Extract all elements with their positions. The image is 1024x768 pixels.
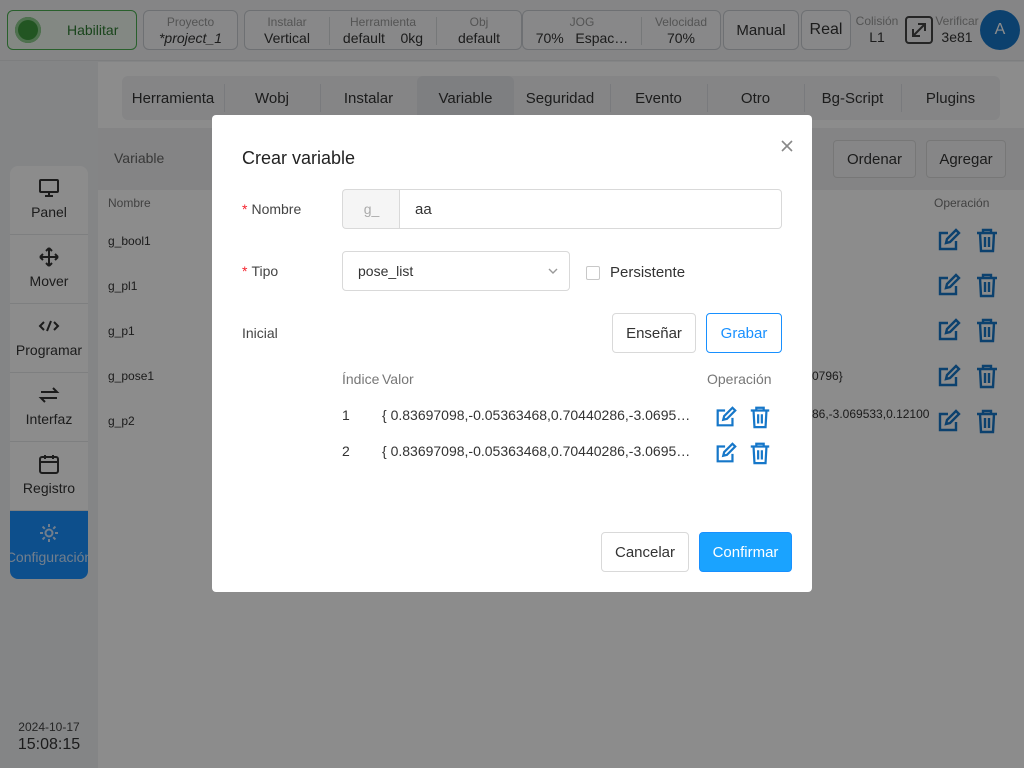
list-item: 2 { 0.83697098,-0.05363468,0.70440286,-3… [342,441,782,465]
row-operations [714,441,772,465]
type-select-value: pose_list [358,263,414,279]
name-input[interactable] [399,189,782,229]
initial-label: Inicial [242,325,278,341]
dialog-title: Crear variable [242,148,356,168]
persistent-label: Persistente [610,264,686,281]
teach-button[interactable]: Enseñar [612,313,696,353]
column-header-index: Índice [342,371,380,387]
column-header-operation: Operación [707,371,772,387]
create-variable-dialog: Crear variable *Nombre g_ *Tipo pose_lis… [212,115,812,592]
type-label: * Tipo [242,263,279,279]
name-label-text: Nombre [251,201,302,217]
row-index: 1 [342,407,350,423]
confirm-button[interactable]: Confirmar [699,532,792,572]
chevron-down-icon [548,268,558,274]
persistent-checkbox[interactable]: Persistente [586,264,685,281]
close-icon[interactable] [778,137,796,155]
name-prefix: g_ [342,189,400,229]
row-operations [714,405,772,429]
delete-icon[interactable] [748,405,772,429]
checkbox-box[interactable] [586,265,600,280]
cancel-button[interactable]: Cancelar [601,532,689,572]
type-label-text: Tipo [251,263,279,279]
column-header-value: Valor [382,371,414,387]
edit-icon[interactable] [714,441,738,465]
edit-icon[interactable] [714,405,738,429]
row-value: { 0.83697098,-0.05363468,0.70440286,-3.0… [382,407,691,423]
record-button[interactable]: Grabar [706,313,782,353]
name-label: * Nombre [242,201,302,217]
row-index: 2 [342,443,350,459]
row-value: { 0.83697098,-0.05363468,0.70440286,-3.0… [382,443,691,459]
type-select[interactable]: pose_list [342,251,570,291]
delete-icon[interactable] [748,441,772,465]
list-item: 1 { 0.83697098,-0.05363468,0.70440286,-3… [342,405,782,429]
